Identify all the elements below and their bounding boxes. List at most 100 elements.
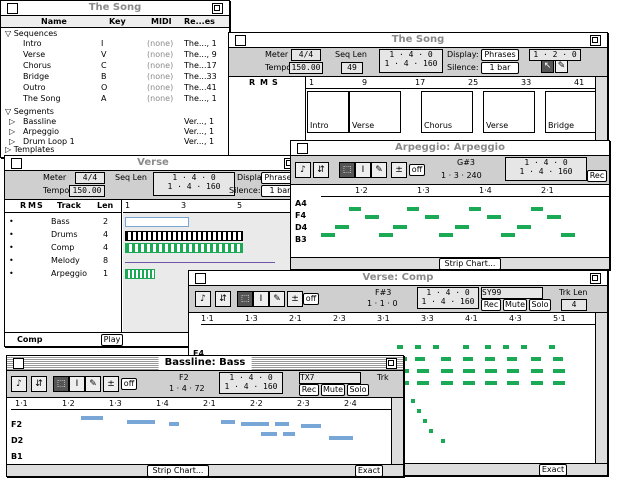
track-row[interactable]: • Drums 4: [5, 229, 121, 241]
tempo-field[interactable]: 150.00: [289, 62, 323, 74]
note-event[interactable]: [441, 357, 451, 361]
speaker-icon[interactable]: ♪: [295, 162, 311, 178]
phrase-block[interactable]: Bridge: [545, 91, 597, 133]
close-box-icon[interactable]: [195, 273, 206, 284]
note-event[interactable]: [417, 369, 429, 373]
phrase-block[interactable]: Chorus: [421, 91, 473, 133]
note-event[interactable]: [439, 233, 453, 237]
pencil-tool-icon[interactable]: ✎: [371, 162, 387, 178]
note-event[interactable]: [463, 357, 473, 361]
device-field[interactable]: SY99: [481, 287, 543, 299]
phrase-block[interactable]: Intro: [307, 91, 349, 133]
speaker-icon[interactable]: ♪: [195, 291, 211, 307]
zoom-box-icon[interactable]: [590, 273, 601, 284]
note-event[interactable]: [485, 345, 491, 349]
rec-button[interactable]: Rec: [587, 170, 607, 182]
expand-triangle-icon[interactable]: ▷: [9, 127, 15, 137]
column-key[interactable]: Key: [109, 17, 126, 27]
mute-button[interactable]: Mute: [321, 384, 345, 396]
note-event[interactable]: [241, 422, 269, 426]
note-event[interactable]: [485, 381, 497, 385]
note-event[interactable]: [463, 369, 475, 373]
meter-field[interactable]: 4/4: [291, 49, 321, 61]
step-icon[interactable]: ⇵: [313, 162, 329, 178]
play-button[interactable]: Play: [101, 334, 123, 346]
note-event[interactable]: [521, 345, 527, 349]
segment-row[interactable]: ▷ Arpeggio Ver..., 1: [1, 127, 227, 137]
note-event[interactable]: [429, 429, 433, 433]
note-event[interactable]: [463, 381, 475, 385]
note-event[interactable]: [561, 233, 575, 237]
step-icon[interactable]: ⇵: [31, 376, 47, 392]
sequence-row[interactable]: Outro O (none) The...41: [1, 83, 227, 94]
note-event[interactable]: [365, 215, 379, 219]
arpeggio-titlebar[interactable]: Arpeggio: Arpeggio: [291, 141, 609, 156]
phrase-block[interactable]: Outro: [607, 91, 608, 133]
meter-field[interactable]: 4/4: [75, 172, 105, 184]
mute-button[interactable]: Mute: [503, 299, 527, 311]
note-event[interactable]: [441, 381, 453, 385]
vertical-scrollbar[interactable]: [595, 313, 607, 464]
melody-clip[interactable]: [125, 256, 275, 263]
drums-clip[interactable]: [125, 231, 243, 241]
close-box-icon[interactable]: [13, 358, 24, 369]
note-event[interactable]: [531, 357, 541, 361]
note-event[interactable]: [329, 436, 353, 440]
note-event[interactable]: [415, 357, 425, 361]
select-tool-icon[interactable]: ⬚: [339, 162, 355, 178]
solo-button[interactable]: Solo: [347, 384, 369, 396]
display-popup[interactable]: Phrases: [481, 49, 519, 61]
note-event[interactable]: [549, 345, 555, 349]
note-event[interactable]: [455, 225, 469, 229]
add-note-icon[interactable]: ±: [391, 162, 407, 178]
off-button[interactable]: off: [303, 293, 319, 305]
ibeam-tool-icon[interactable]: I: [355, 162, 371, 178]
close-box-icon[interactable]: [235, 35, 246, 46]
column-refs[interactable]: Re...es: [184, 17, 215, 27]
bass-ruler[interactable]: 1·1 1·2 1·3 1·4 2·1 2·2 2·3 2·4: [11, 398, 392, 410]
exact-button[interactable]: Exact: [355, 465, 383, 476]
pencil-tool-icon[interactable]: ✎: [269, 291, 285, 307]
note-event[interactable]: [169, 422, 179, 426]
note-event[interactable]: [127, 420, 155, 424]
rec-button[interactable]: Rec: [481, 299, 501, 311]
sequence-row[interactable]: Intro I (none) The..., 1: [1, 39, 227, 50]
note-event[interactable]: [379, 233, 393, 237]
zoom-box-icon[interactable]: [212, 3, 223, 14]
arpeggio-clip[interactable]: [125, 269, 155, 279]
segment-row[interactable]: ▷ Bassline Ver..., 1: [1, 117, 227, 127]
sequence-row[interactable]: Bridge B (none) The...33: [1, 72, 227, 83]
close-box-icon[interactable]: [11, 158, 22, 169]
note-event[interactable]: [433, 345, 439, 349]
vertical-scrollbar[interactable]: [391, 398, 403, 465]
solo-button[interactable]: Solo: [529, 299, 551, 311]
note-event[interactable]: [441, 369, 453, 373]
note-event[interactable]: [553, 357, 563, 361]
comp-titlebar[interactable]: Verse: Comp: [189, 271, 607, 286]
rec-button[interactable]: Rec: [299, 384, 319, 396]
note-event[interactable]: [335, 225, 349, 229]
note-event[interactable]: [393, 225, 407, 229]
tempo-field[interactable]: 150.00: [69, 185, 105, 197]
sequence-row[interactable]: Chorus C (none) The...17: [1, 61, 227, 72]
templates-group[interactable]: ▷ Templates: [5, 145, 54, 155]
note-event[interactable]: [411, 399, 415, 403]
step-icon[interactable]: ⇵: [215, 291, 231, 307]
note-event[interactable]: [553, 369, 565, 373]
note-event[interactable]: [349, 207, 361, 211]
ibeam-tool-icon[interactable]: I: [69, 376, 85, 392]
arpeggio-ruler[interactable]: 1·2 1·3 1·4 2·1: [321, 185, 609, 197]
arrow-tool-icon[interactable]: ↖: [541, 60, 554, 73]
note-event[interactable]: [553, 381, 565, 385]
sequence-row[interactable]: Verse V (none) The..., 9: [1, 50, 227, 61]
speaker-icon[interactable]: ♪: [11, 376, 27, 392]
note-event[interactable]: [487, 215, 501, 219]
track-row[interactable]: • Melody 8: [5, 255, 121, 267]
note-event[interactable]: [407, 207, 419, 211]
note-event[interactable]: [417, 409, 421, 413]
select-tool-icon[interactable]: ⬚: [237, 291, 253, 307]
pencil-tool-icon[interactable]: ✎: [85, 376, 101, 392]
note-event[interactable]: [275, 422, 289, 426]
expand-triangle-icon[interactable]: ▷: [9, 117, 15, 127]
note-event[interactable]: [501, 233, 515, 237]
